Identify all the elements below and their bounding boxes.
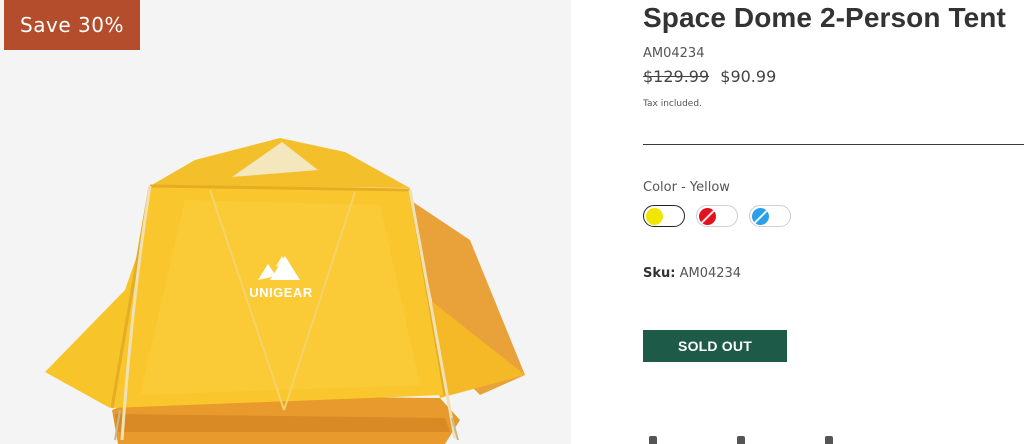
- swatch-yellow[interactable]: [643, 205, 685, 227]
- share-icons: [643, 436, 843, 444]
- tax-note: Tax included.: [643, 99, 702, 109]
- swatch-dot-blue: [752, 208, 769, 225]
- divider: [643, 144, 1024, 145]
- pinterest-icon[interactable]: [825, 436, 833, 444]
- sku-row: Sku: AM04234: [643, 266, 741, 281]
- sale-price: $90.99: [720, 67, 777, 86]
- product-image-gallery[interactable]: Save 30% UNIGEAR: [0, 0, 571, 444]
- swatch-dot-yellow: [646, 208, 663, 225]
- sku-value: AM04234: [679, 266, 742, 281]
- sold-out-button[interactable]: SOLD OUT: [643, 330, 787, 362]
- product-title: Space Dome 2-Person Tent: [643, 2, 1006, 33]
- color-swatches: [643, 205, 791, 227]
- sku-label: Sku:: [643, 266, 676, 281]
- unavailable-slash-icon: [699, 208, 716, 225]
- twitter-icon[interactable]: [737, 436, 745, 444]
- swatch-red[interactable]: [696, 205, 738, 227]
- facebook-icon[interactable]: [649, 436, 657, 444]
- product-model-code: AM04234: [643, 46, 705, 61]
- image-brand-text: UNIGEAR: [249, 285, 313, 300]
- product-info-panel: Space Dome 2-Person Tent AM04234 $129.99…: [643, 0, 1024, 444]
- product-image[interactable]: UNIGEAR: [0, 0, 571, 444]
- save-badge: Save 30%: [4, 0, 140, 50]
- swatch-dot-red: [699, 208, 716, 225]
- color-label: Color - Yellow: [643, 180, 730, 195]
- swatch-blue[interactable]: [749, 205, 791, 227]
- original-price: $129.99: [643, 67, 710, 86]
- price-row: $129.99 $90.99: [643, 67, 776, 86]
- unavailable-slash-icon: [752, 208, 769, 225]
